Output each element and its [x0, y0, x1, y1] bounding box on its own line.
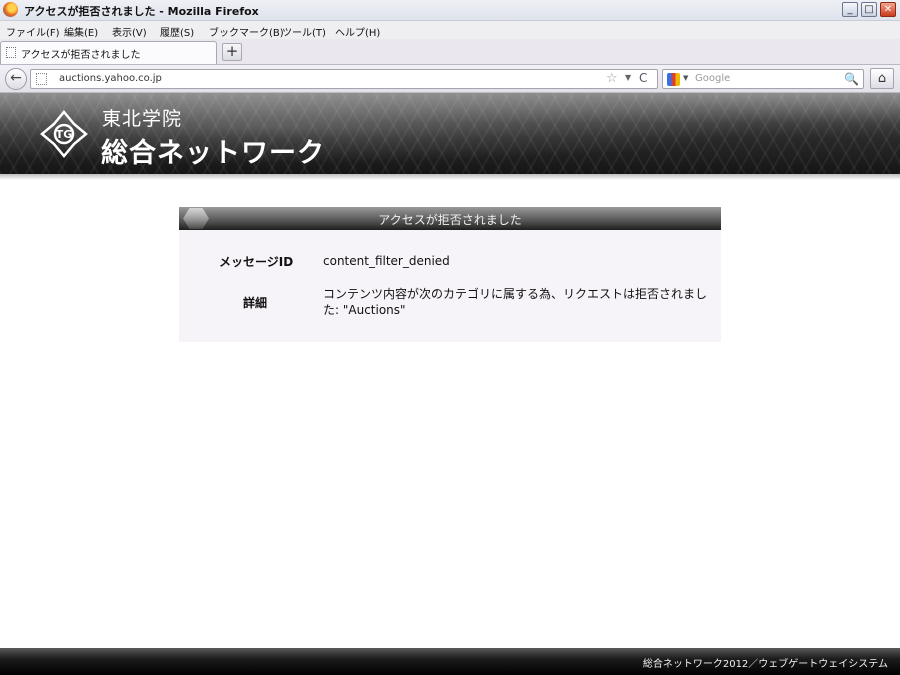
banner-divider — [0, 174, 900, 180]
menu-bar: ファイル(F) 編集(E) 表示(V) 履歴(S) ブックマーク(B) ツール(… — [0, 21, 900, 39]
search-icon[interactable]: 🔍 — [844, 72, 859, 86]
message-title: アクセスが拒否されました — [378, 213, 522, 227]
back-arrow-icon[interactable]: ← — [5, 68, 27, 90]
navigation-bar: ← auctions.yahoo.co.jp ☆ ▼ C ▼ Google 🔍 … — [0, 65, 900, 93]
tab-strip: アクセスが拒否されました + — [0, 39, 900, 65]
message-panel-body: メッセージID content_filter_denied 詳細 コンテンツ内容… — [179, 230, 721, 342]
menu-history[interactable]: 履歴(S) — [160, 24, 194, 39]
minimize-button[interactable]: _ — [842, 2, 858, 17]
tab-label: アクセスが拒否されました — [21, 50, 141, 61]
page-icon — [6, 47, 16, 58]
url-text: auctions.yahoo.co.jp — [59, 73, 162, 84]
star-icon[interactable]: ☆ — [606, 71, 618, 86]
school-name: 東北学院 — [102, 108, 183, 130]
search-input[interactable]: ▼ Google 🔍 — [662, 69, 864, 89]
reload-icon[interactable]: C — [639, 71, 647, 85]
detail-value: コンテンツ内容が次のカテゴリに属する為、リクエストは拒否されました: "Auct… — [323, 287, 708, 317]
window-title-bar: アクセスが拒否されました - Mozilla Firefox _ □ ✕ — [0, 0, 900, 21]
menu-bookmarks[interactable]: ブックマーク(B) — [209, 24, 284, 39]
menu-help[interactable]: ヘルプ(H) — [335, 24, 380, 39]
home-icon[interactable]: ⌂ — [870, 68, 894, 89]
message-id-label: メッセージID — [219, 255, 294, 269]
detail-label: 詳細 — [243, 296, 268, 310]
message-panel-header: アクセスが拒否されました — [179, 207, 721, 230]
page-icon — [36, 73, 47, 85]
menu-view[interactable]: 表示(V) — [112, 24, 147, 39]
network-title: 総合ネットワーク — [101, 138, 325, 169]
window-title: アクセスが拒否されました - Mozilla Firefox — [24, 5, 259, 18]
search-placeholder: Google — [695, 73, 731, 84]
school-emblem-icon: TG — [40, 110, 88, 158]
svg-text:TG: TG — [56, 128, 73, 141]
footer-text: 総合ネットワーク2012／ウェブゲートウェイシステム — [642, 659, 888, 670]
close-button[interactable]: ✕ — [880, 2, 896, 17]
firefox-logo-icon — [3, 2, 18, 17]
menu-file[interactable]: ファイル(F) — [6, 24, 60, 39]
menu-tools[interactable]: ツール(T) — [282, 24, 326, 39]
maximize-button[interactable]: □ — [861, 2, 877, 17]
tab-active[interactable]: アクセスが拒否されました — [0, 41, 217, 64]
url-input[interactable]: auctions.yahoo.co.jp ☆ ▼ C — [30, 69, 658, 89]
chevron-down-icon[interactable]: ▼ — [625, 73, 631, 82]
page-footer: 総合ネットワーク2012／ウェブゲートウェイシステム — [0, 648, 900, 675]
menu-edit[interactable]: 編集(E) — [64, 24, 98, 39]
google-icon[interactable] — [667, 73, 680, 86]
new-tab-button[interactable]: + — [222, 43, 242, 61]
message-id-value: content_filter_denied — [323, 254, 450, 268]
chevron-down-icon[interactable]: ▼ — [683, 74, 688, 82]
